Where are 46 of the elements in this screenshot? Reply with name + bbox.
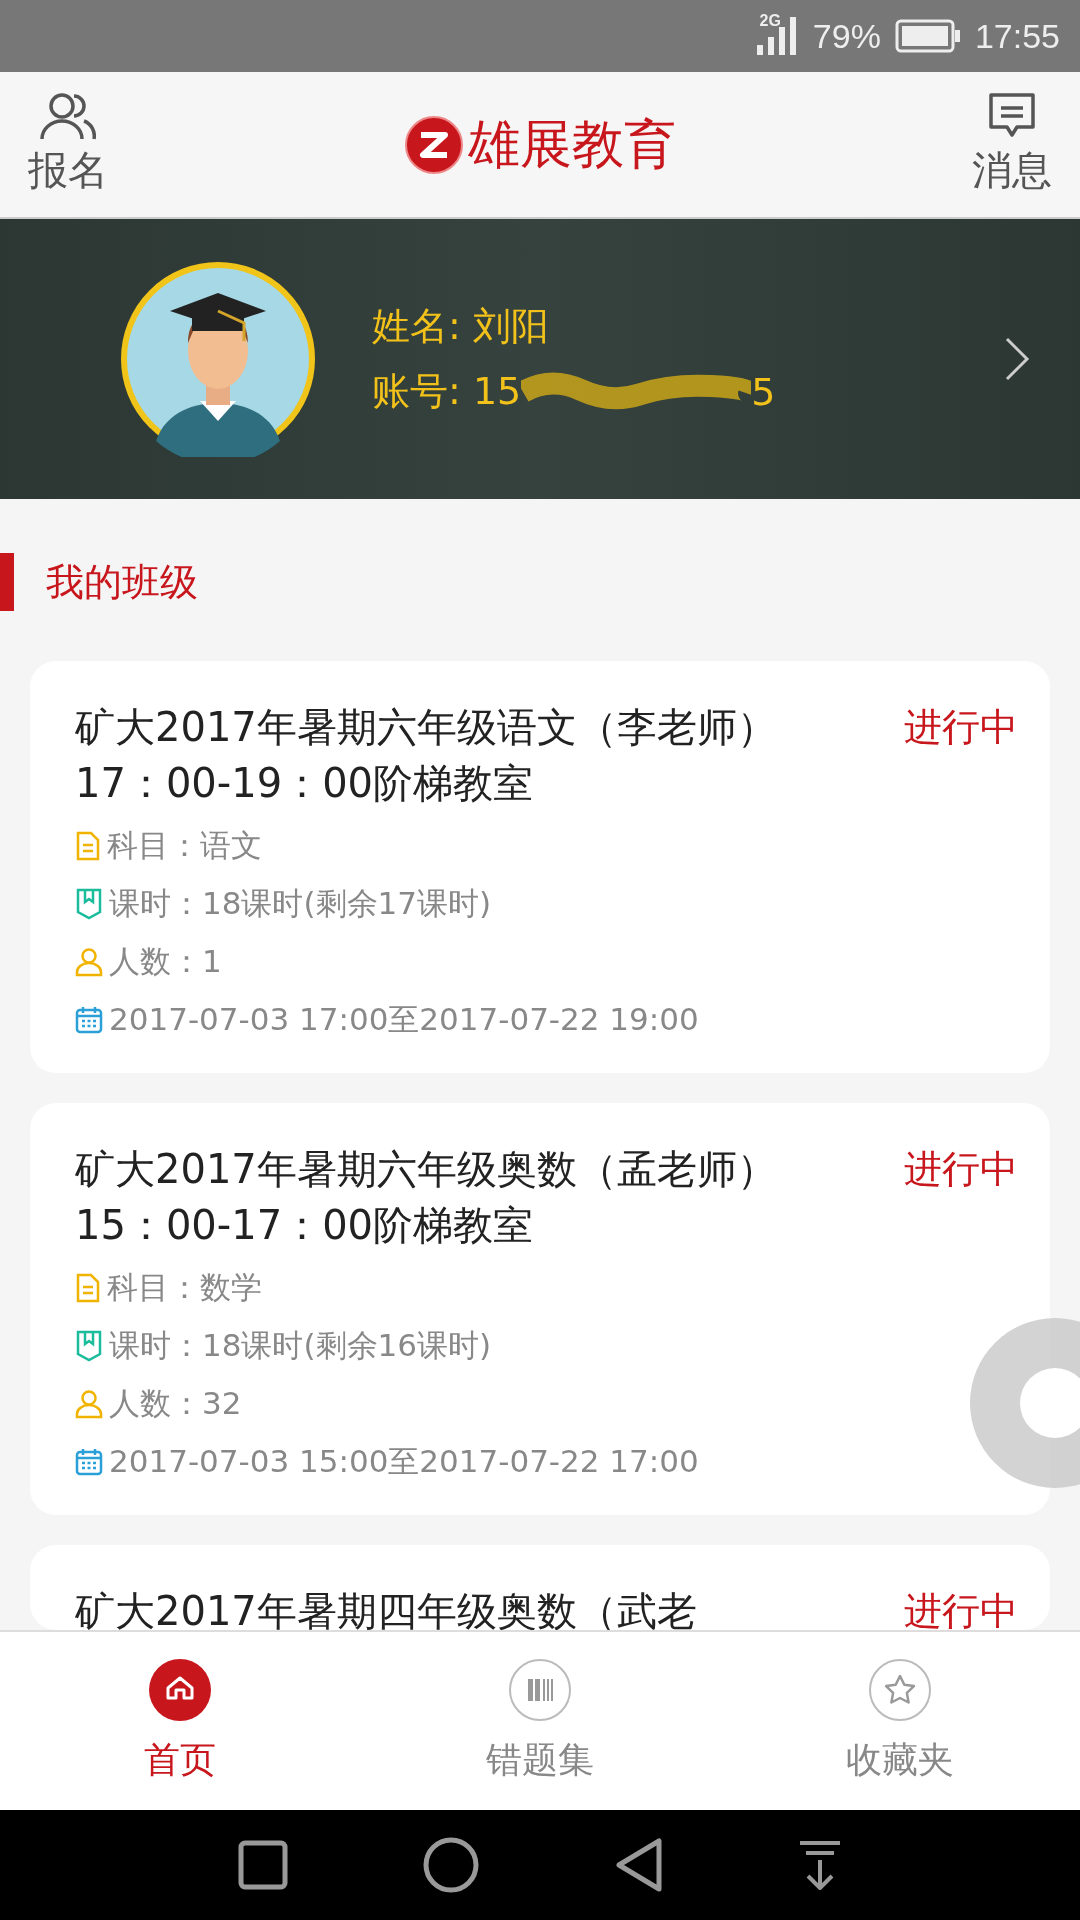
class-detail: 人数：32 (109, 1384, 242, 1423)
notification-pull-icon[interactable] (798, 1840, 843, 1890)
person-icon (75, 947, 103, 977)
bookmark-icon (75, 888, 103, 920)
bookmark-icon (75, 1330, 103, 1362)
network-type: 2G (759, 12, 781, 30)
class-detail: 2017-07-03 17:00至2017-07-22 19:00 (109, 1000, 699, 1039)
account-number: 账号: 15 (372, 368, 522, 415)
messages-button[interactable]: 消息 (972, 143, 1052, 198)
calendar-icon (75, 1006, 103, 1034)
student-name: 姓名: 刘阳 (372, 303, 550, 350)
person-icon (75, 1389, 103, 1419)
app-title: 雄展教育 (468, 112, 676, 176)
class-title: 矿大2017年暑期六年级语文（李老师）17：00-19：00阶梯教室 (75, 703, 778, 808)
document-icon (75, 831, 101, 861)
people-icon (40, 91, 96, 141)
class-detail: 科目：语文 (107, 826, 262, 865)
class-detail: 科目：数学 (107, 1268, 262, 1307)
class-status: 进行中 (904, 704, 1018, 751)
document-icon (75, 1273, 101, 1303)
chevron-right-icon[interactable] (1004, 336, 1030, 382)
clock: 17:55 (974, 16, 1060, 56)
class-card[interactable]: 矿大2017年暑期六年级奥数（孟老师）15：00-17：00阶梯教室 进行中 科目：数学 课时：18课时(剩余16课时) 人数：32 2017-07-03 15:00至2017-07-22 17:00 (30, 1103, 1050, 1515)
nav-tab[interactable]: 收藏夹 (720, 1632, 1080, 1810)
section-marker (0, 553, 14, 611)
battery-percent: 79% (812, 16, 881, 56)
battery-icon (894, 19, 961, 53)
class-card[interactable]: 矿大2017年暑期四年级奥数（武老 进行中 (30, 1545, 1050, 1630)
class-detail: 课时：18课时(剩余16课时) (109, 1326, 492, 1365)
class-detail: 课时：18课时(剩余17课时) (109, 884, 492, 923)
home-icon (148, 1657, 212, 1722)
class-detail: 人数：1 (109, 942, 222, 981)
section-title: 我的班级 (46, 558, 198, 606)
recents-icon[interactable] (237, 1840, 288, 1890)
signup-button[interactable]: 报名 (28, 143, 108, 198)
logo-icon (404, 114, 464, 175)
class-status: 进行中 (904, 1146, 1018, 1193)
calendar-icon (75, 1448, 103, 1476)
class-detail: 2017-07-03 15:00至2017-07-22 17:00 (109, 1442, 699, 1481)
home-circle-icon[interactable] (423, 1837, 480, 1893)
class-title: 矿大2017年暑期六年级奥数（孟老师）15：00-17：00阶梯教室 (75, 1145, 778, 1250)
back-icon[interactable] (614, 1838, 663, 1892)
profile-banner[interactable]: 姓名: 刘阳 账号: 15 5 (0, 219, 1080, 499)
class-card[interactable]: 矿大2017年暑期六年级语文（李老师）17：00-19：00阶梯教室 进行中 科目：语文 课时：18课时(剩余17课时) 人数：1 2017-07-03 17:00至2017-07-22 19:00 (30, 661, 1050, 1073)
account-number-end: 5 (751, 369, 776, 414)
books-icon (508, 1657, 572, 1722)
